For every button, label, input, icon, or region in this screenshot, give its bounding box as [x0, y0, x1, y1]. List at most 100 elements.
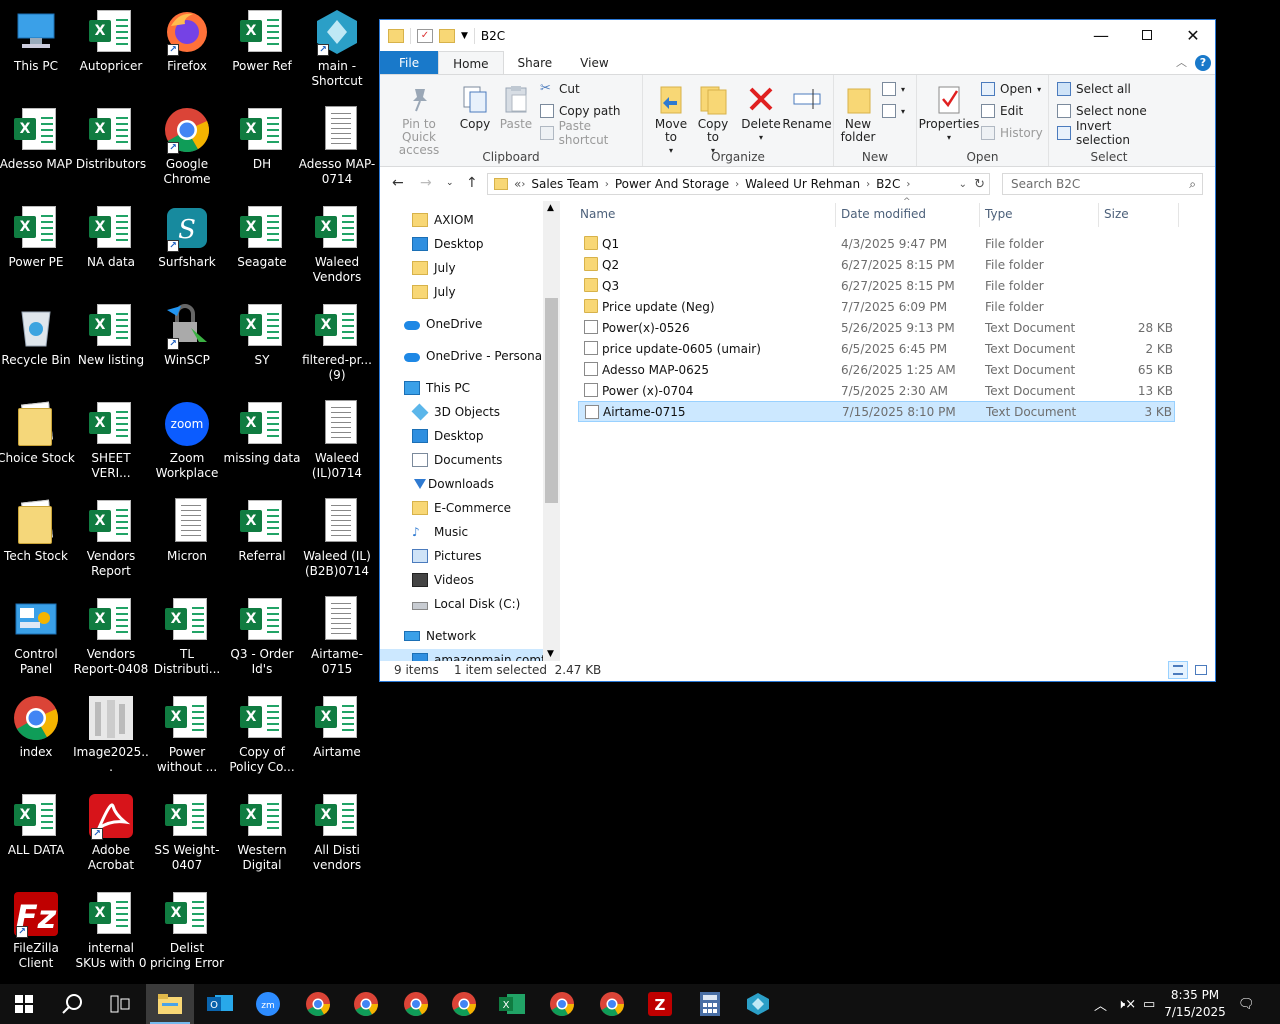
new-item-button[interactable]: ▾ [882, 79, 905, 99]
desktop-icon[interactable]: X Seagate [224, 198, 300, 270]
network-button[interactable]: ▭ [1143, 984, 1155, 1024]
desktop-icon[interactable]: ↗ main - Shortcut [299, 2, 375, 89]
customize-toolbar-icon[interactable]: ▼ [461, 31, 468, 41]
excel-taskbar-button[interactable]: X [488, 984, 536, 1024]
file-row[interactable]: Price update (Neg) 7/7/2025 6:09 PM File f… [578, 296, 1175, 317]
copy-to-button[interactable]: Copy to ▾ [693, 83, 733, 157]
chrome-taskbar-button[interactable] [538, 984, 586, 1024]
nav-item[interactable]: Videos [380, 569, 550, 591]
breadcrumb-separator-icon[interactable]: › [521, 179, 525, 190]
desktop-icon[interactable]: This PC [0, 2, 74, 74]
rename-button[interactable]: Rename [782, 83, 832, 131]
copy-path-button[interactable]: Copy path [540, 101, 621, 121]
nav-item[interactable]: OneDrive [380, 313, 550, 335]
nav-item[interactable]: Downloads [380, 473, 550, 495]
nav-item[interactable]: This PC [380, 377, 550, 399]
desktop-icon[interactable]: X Q3 - Order Id's [224, 590, 300, 677]
app-taskbar-button[interactable] [734, 984, 782, 1024]
select-all-button[interactable]: Select all [1057, 79, 1131, 99]
copy-button[interactable]: Copy [458, 83, 492, 131]
paste-button[interactable]: Paste [498, 83, 534, 131]
breadcrumb-separator-icon[interactable]: › [866, 179, 870, 190]
chrome-taskbar-button[interactable] [588, 984, 636, 1024]
desktop-icon[interactable]: X SS Weight-0407 [149, 786, 225, 873]
desktop-icon[interactable]: S ↗ Surfshark [149, 198, 225, 270]
desktop-icon[interactable]: Recycle Bin [0, 296, 74, 368]
desktop-icon[interactable]: X Vendors Report [73, 492, 149, 579]
tab-home[interactable]: Home [438, 51, 504, 74]
new-folder-icon[interactable] [439, 28, 455, 43]
calculator-taskbar-button[interactable] [686, 984, 734, 1024]
column-date-modified[interactable]: Date modified [841, 207, 926, 221]
breadcrumb-separator-icon[interactable]: › [735, 179, 739, 190]
desktop-icon[interactable]: Fz ↗ FileZilla Client [0, 884, 74, 971]
breadcrumb-separator-icon[interactable]: › [906, 179, 910, 190]
desktop-icon[interactable]: Micron [149, 492, 225, 564]
desktop-icon[interactable]: ↗ Google Chrome [149, 100, 225, 187]
pin-quick-access-button[interactable]: Pin to Quick access [386, 83, 452, 157]
zoom-taskbar-button[interactable]: zm [244, 984, 292, 1024]
desktop-icon[interactable]: X All Disti vendors [299, 786, 375, 873]
desktop-icon[interactable]: Waleed (IL)(B2B)0714 [299, 492, 375, 579]
file-row[interactable]: Q2 6/27/2025 8:15 PM File folder [578, 254, 1175, 275]
select-none-button[interactable]: Select none [1057, 101, 1147, 121]
search-button[interactable] [48, 984, 96, 1024]
desktop-icon[interactable]: Image2025... [73, 688, 149, 775]
file-row[interactable]: Power(x)-0526 5/26/2025 9:13 PM Text Docum… [578, 317, 1175, 338]
desktop-icon[interactable]: Choice Stock [0, 394, 75, 466]
desktop-icon[interactable]: X DH [224, 100, 300, 172]
large-icons-view-button[interactable] [1190, 661, 1210, 679]
move-to-button[interactable]: Move to ▾ [651, 83, 691, 157]
file-row[interactable]: Q3 6/27/2025 8:15 PM File folder [578, 275, 1175, 296]
desktop-icon[interactable]: X Waleed Vendors [299, 198, 375, 285]
breadcrumb-item[interactable]: B2C [876, 177, 900, 191]
collapse-ribbon-icon[interactable]: ︿ [1176, 54, 1187, 70]
desktop-icon[interactable]: Tech Stock [0, 492, 74, 564]
tab-view[interactable]: View [566, 51, 622, 74]
breadcrumb-separator-icon[interactable]: › [605, 179, 609, 190]
details-view-button[interactable] [1168, 661, 1188, 679]
file-row[interactable]: Airtame-0715 7/15/2025 8:10 PM Text Docume… [578, 401, 1175, 422]
chrome-taskbar-button[interactable] [392, 984, 440, 1024]
forward-button[interactable]: → [420, 175, 432, 191]
desktop-icon[interactable]: X Adesso MAP [0, 100, 74, 172]
desktop-icon[interactable]: zoom Zoom Workplace [149, 394, 225, 481]
desktop-icon[interactable]: X New listing [73, 296, 149, 368]
file-row[interactable]: Q1 4/3/2025 9:47 PM File folder [578, 233, 1175, 254]
nav-item[interactable]: July [380, 281, 550, 303]
nav-item[interactable]: AXIOM [380, 209, 550, 231]
file-row[interactable]: Adesso MAP-0625 6/26/2025 1:25 AM Text Doc… [578, 359, 1175, 380]
desktop-icon[interactable]: X Vendors Report-0408 [73, 590, 149, 677]
scroll-down-icon[interactable]: ▼ [547, 649, 554, 659]
paste-shortcut-button[interactable]: Paste shortcut [540, 119, 642, 147]
desktop-icon[interactable]: Waleed (IL)0714 [299, 394, 375, 481]
tab-file[interactable]: File [380, 51, 439, 74]
desktop-icon[interactable]: X SY [224, 296, 300, 368]
delete-button[interactable]: Delete ▾ [741, 83, 781, 144]
clock[interactable]: 8:35 PM 7/15/2025 [1160, 987, 1230, 1021]
help-icon[interactable]: ? [1195, 55, 1211, 71]
nav-scrollbar-thumb[interactable] [545, 298, 558, 503]
properties-icon[interactable]: ✓ [417, 28, 433, 43]
show-hidden-icons-button[interactable]: ︿ [1094, 984, 1107, 1024]
nav-item[interactable]: Desktop [380, 425, 550, 447]
address-dropdown-icon[interactable]: ⌄ [959, 179, 967, 190]
properties-button[interactable]: Properties ▾ [919, 83, 979, 144]
desktop-icon[interactable]: X Referral [224, 492, 300, 564]
desktop-icon[interactable]: X Power Ref [224, 2, 300, 74]
desktop-icon[interactable]: X Autopricer [73, 2, 149, 74]
minimize-button[interactable]: — [1078, 20, 1124, 50]
desktop-icon[interactable]: Xfiltered-pr... (9) [299, 296, 375, 383]
nav-item[interactable]: July [380, 257, 550, 279]
desktop-icon[interactable]: X ALL DATA [0, 786, 74, 858]
chrome-taskbar-button[interactable] [342, 984, 390, 1024]
breadcrumb-item[interactable]: Waleed Ur Rehman [745, 177, 860, 191]
open-button[interactable]: Open ▾ [981, 79, 1041, 99]
chrome-taskbar-button[interactable] [294, 984, 342, 1024]
column-name[interactable]: Name [580, 207, 615, 221]
recent-locations-button[interactable]: ⌄ [446, 178, 454, 188]
desktop-icon[interactable]: X SHEET VERI... [73, 394, 149, 481]
tab-share[interactable]: Share [504, 51, 567, 74]
desktop-icon[interactable]: X Power PE [0, 198, 74, 270]
file-explorer-taskbar-button[interactable] [146, 984, 194, 1024]
